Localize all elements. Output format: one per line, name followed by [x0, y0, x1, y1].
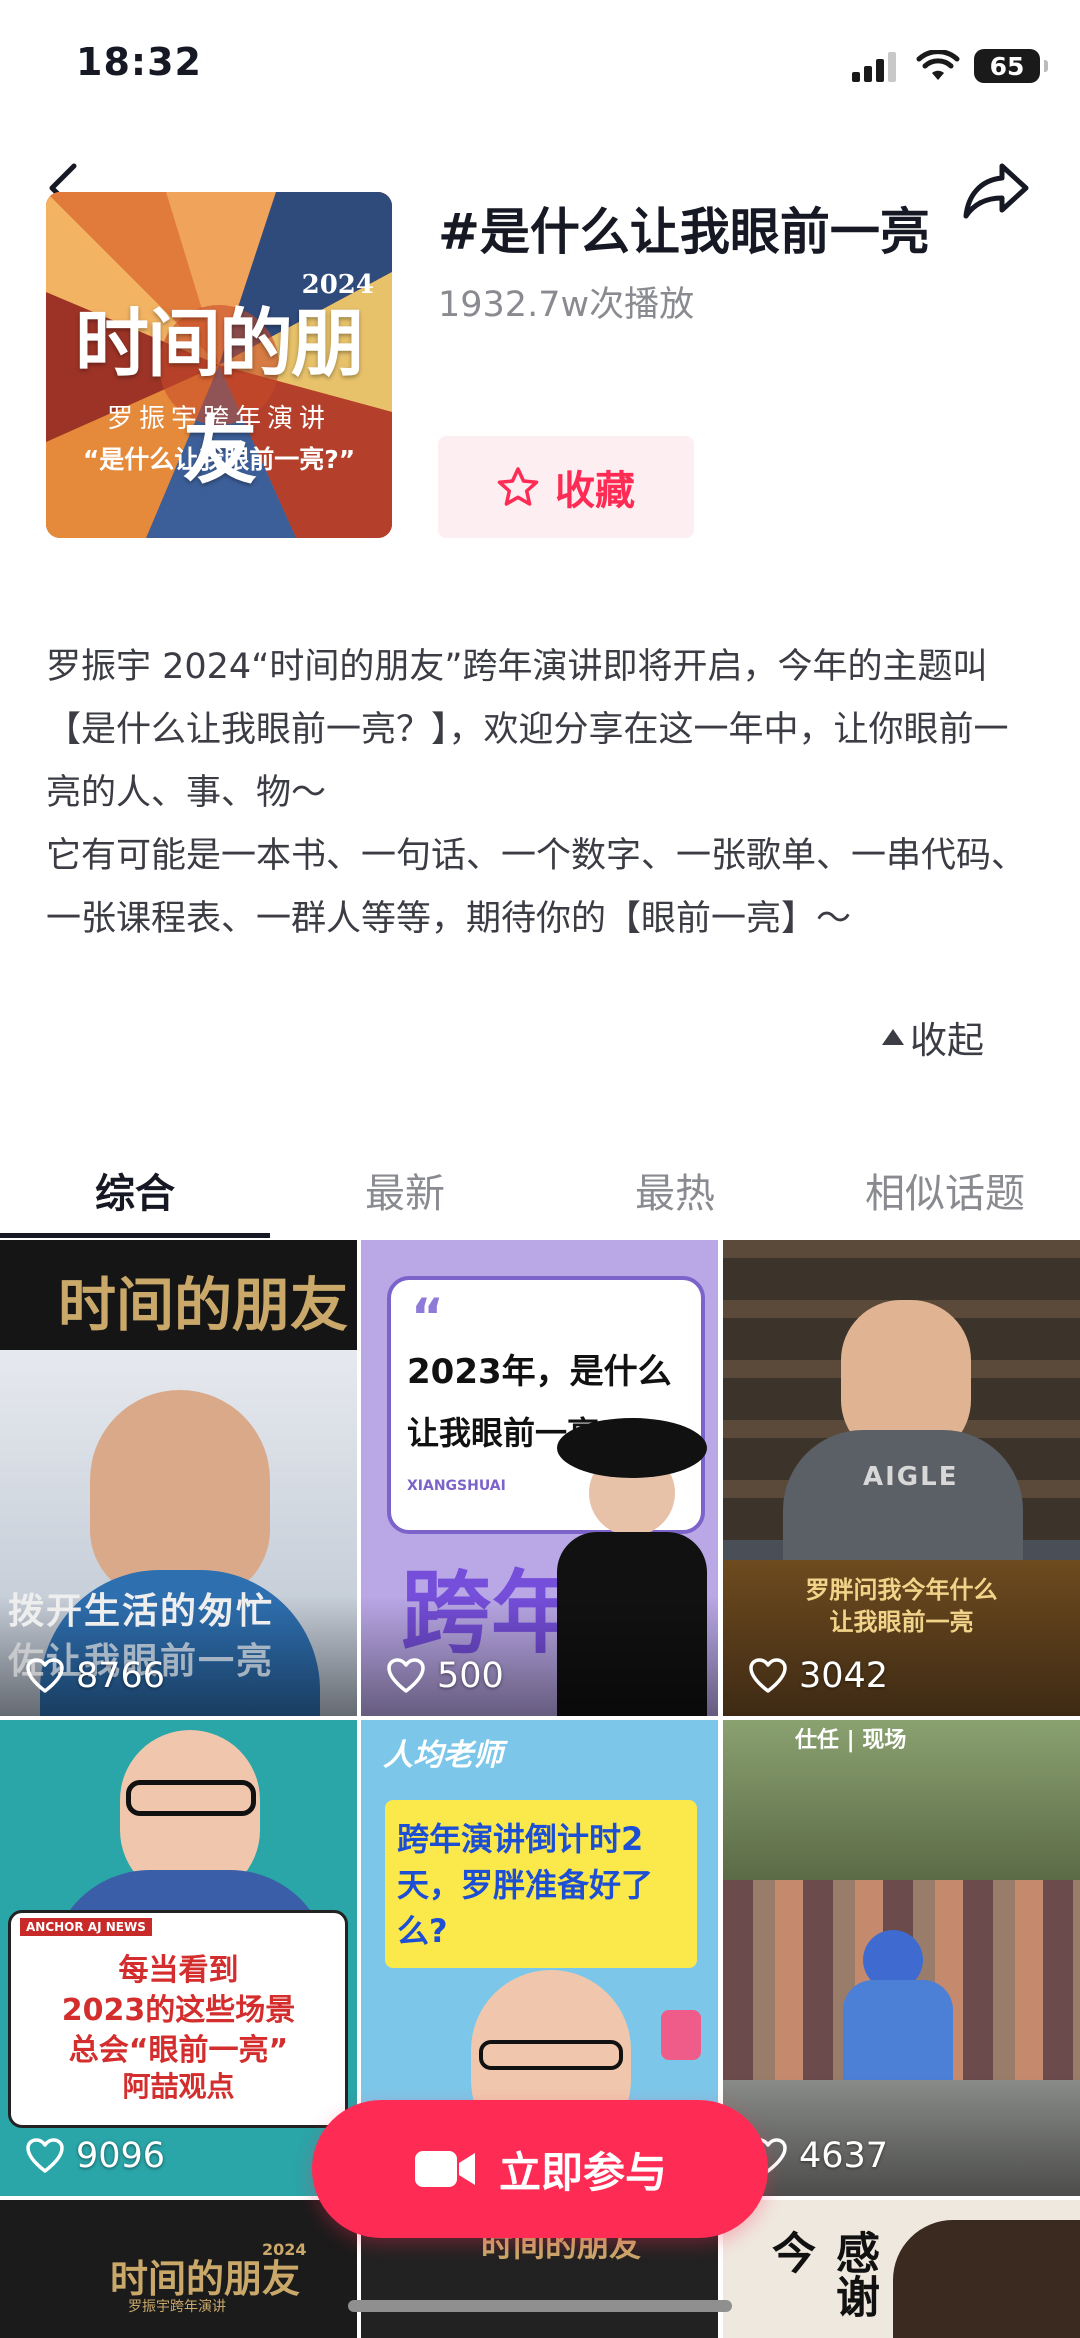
status-time: 18:32 — [76, 40, 202, 84]
video-caption: 阿喆观点 — [122, 2070, 235, 2103]
like-count-value: 9096 — [76, 2136, 166, 2176]
cover-subtitle: 罗振宇跨年演讲 — [106, 404, 331, 434]
video-header: 人均老师 — [383, 1738, 503, 1773]
like-count-value: 8766 — [76, 1656, 166, 1696]
tab-latest[interactable]: 最新 — [270, 1140, 540, 1240]
like-count: 9096 — [26, 2136, 165, 2176]
description-paragraph-1: 罗振宇 2024“时间的朋友”跨年演讲即将开启，今年的主题叫【是什么让我眼前一亮… — [46, 647, 1009, 813]
like-count-value: 500 — [437, 1656, 504, 1696]
join-now-label: 立即参与 — [498, 2147, 667, 2197]
video-headline: 2023年，是什么 — [407, 1352, 672, 1392]
video-caption: 总会“眼前一亮” — [68, 2033, 289, 2068]
like-count-value: 4637 — [799, 2136, 889, 2176]
join-now-button[interactable]: 立即参与 — [312, 2100, 768, 2238]
topic-cover-image: 2024 时间的朋友 罗振宇跨年演讲 “是什么让我眼前一亮?” — [46, 192, 392, 538]
video-caption: 感谢 今 — [764, 2230, 879, 2318]
video-logo-year: 2024 — [262, 2240, 307, 2259]
video-camera-icon — [414, 2151, 475, 2187]
like-count: 500 — [387, 1656, 504, 1696]
video-card[interactable]: ANCHOR AJ NEWS 每当看到 2023的这些场景 总会“眼前一亮” 阿… — [0, 1720, 357, 2196]
like-count: 3042 — [749, 1656, 888, 1696]
tab-comprehensive[interactable]: 综合 — [0, 1140, 270, 1240]
share-icon[interactable] — [962, 160, 1032, 220]
cellular-signal-icon — [852, 52, 896, 82]
like-count: 8766 — [26, 1656, 165, 1696]
heart-icon — [387, 1658, 425, 1693]
topic-title: #是什么让我眼前一亮 — [438, 203, 930, 261]
video-headline: 跨年演讲倒计时2天，罗胖准备好了么? — [397, 1820, 654, 1950]
video-card[interactable]: 时间的朋友 拨开生活的匆忙 佐让我眼前一亮 8766 — [0, 1240, 357, 1716]
news-badge: ANCHOR AJ NEWS — [20, 1918, 152, 1936]
heart-icon — [26, 1658, 64, 1693]
battery-icon: 65 — [974, 49, 1048, 83]
heart-icon — [26, 2138, 64, 2173]
wifi-icon — [916, 50, 960, 80]
star-icon — [497, 467, 539, 506]
quote-icon: “ — [411, 1288, 444, 1346]
video-logo-text: 时间的朋友 — [58, 1271, 349, 1339]
video-caption: 2023的这些场景 — [61, 1993, 296, 2028]
video-card[interactable]: 感谢 今 — [723, 2200, 1080, 2338]
video-card[interactable]: AIGLE 罗胖问我今年什么 让我眼前一亮 3042 — [723, 1240, 1080, 1716]
video-tag: XIANGSHUAI — [407, 1478, 506, 1494]
video-logo-sub: 罗振宇跨年演讲 — [128, 2299, 226, 2315]
video-caption: 拨开生活的匆忙 — [8, 1591, 275, 1632]
video-card[interactable]: 时间的朋友 2024 罗振宇跨年演讲 — [0, 2200, 357, 2338]
tab-hottest[interactable]: 最热 — [540, 1140, 810, 1240]
video-caption: 让我眼前一亮 — [829, 1608, 974, 1636]
collapse-label: 收起 — [910, 1019, 984, 1062]
video-card[interactable]: 仕任 | 现场 4637 — [723, 1720, 1080, 2196]
home-indicator — [348, 2300, 732, 2312]
topic-description: 罗振宇 2024“时间的朋友”跨年演讲即将开启，今年的主题叫【是什么让我眼前一亮… — [46, 636, 1042, 951]
cover-tagline: “是什么让我眼前一亮?” — [82, 445, 356, 474]
play-count: 1932.7w次播放 — [438, 285, 695, 325]
like-count-value: 3042 — [799, 1656, 889, 1696]
status-bar: 18:32 65 — [0, 0, 1080, 130]
collapse-triangle-icon — [882, 1029, 904, 1045]
favorite-button[interactable]: 收藏 — [438, 436, 694, 538]
video-caption: 罗胖问我今年什么 — [805, 1576, 998, 1604]
tab-similar-topics[interactable]: 相似话题 — [810, 1140, 1080, 1240]
favorite-label: 收藏 — [555, 468, 635, 514]
video-card[interactable]: “ 2023年，是什么 让我眼前一亮? XIANGSHUAI 跨年 500 — [361, 1240, 718, 1716]
battery-level: 65 — [989, 51, 1025, 81]
like-count: 4637 — [749, 2136, 888, 2176]
tab-bar: 综合 最新 最热 相似话题 — [0, 1140, 1080, 1240]
description-paragraph-2: 它有可能是一本书、一句话、一个数字、一张歌单、一串代码、一张课程表、一群人等等，… — [46, 836, 1027, 939]
shirt-text: AIGLE — [863, 1462, 959, 1492]
video-header: 仕任 | 现场 — [795, 1728, 907, 1753]
video-caption: 每当看到 — [118, 1953, 239, 1988]
status-icons: 65 — [852, 48, 1048, 84]
heart-icon — [749, 1658, 787, 1693]
collapse-button[interactable]: 收起 — [882, 1010, 984, 1064]
